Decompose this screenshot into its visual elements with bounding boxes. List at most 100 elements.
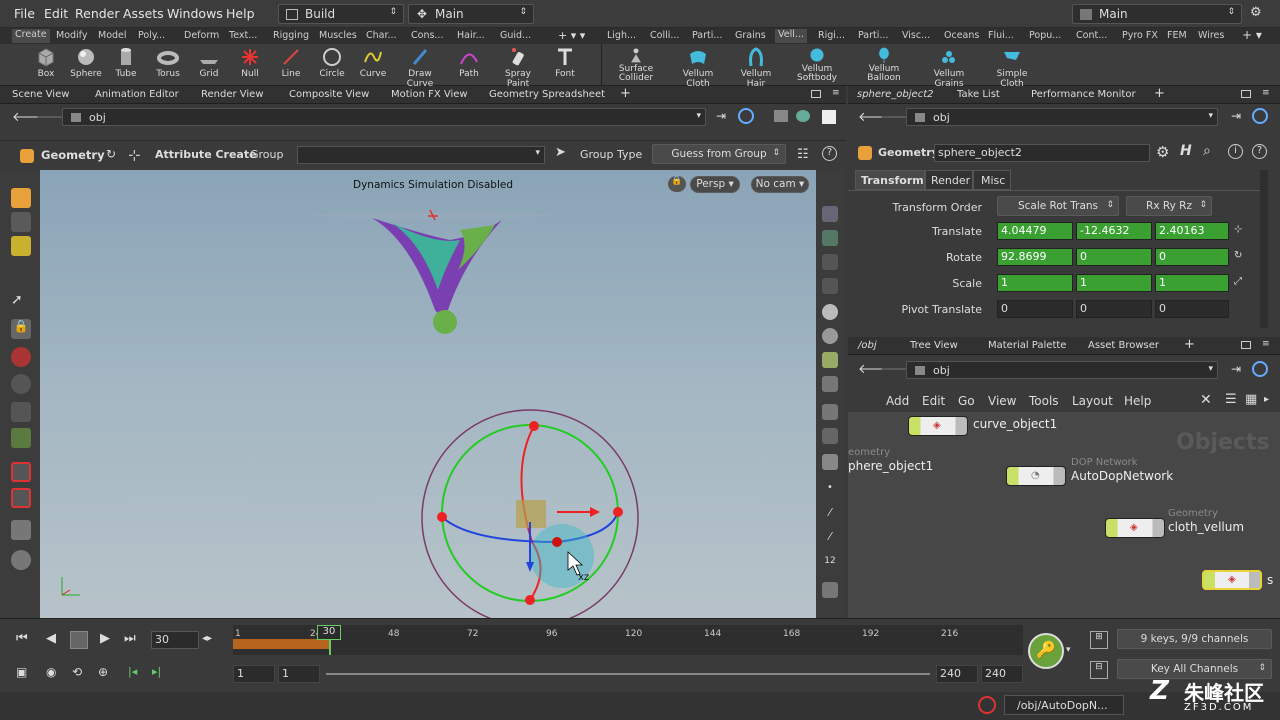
range-end-icon[interactable]: ▸| xyxy=(152,665,161,678)
expand-icon[interactable]: ▸ xyxy=(1264,394,1269,405)
network-editor[interactable]: Objects ◈ curve_object1 eometry phere_ob… xyxy=(848,412,1280,618)
tool-line[interactable]: Line xyxy=(269,46,313,79)
pin-icon[interactable]: ⇥ xyxy=(1231,109,1241,123)
tool-vellum-grains[interactable]: Vellum Grains xyxy=(920,46,978,89)
light-icon[interactable] xyxy=(822,328,838,344)
handle-point[interactable] xyxy=(613,507,623,517)
menu-file[interactable]: File xyxy=(14,6,35,21)
tab-render[interactable]: Render xyxy=(925,170,973,190)
arrow-select-icon[interactable]: ➤ xyxy=(555,145,566,160)
shelf-tab[interactable]: Wires xyxy=(1198,30,1224,41)
gear-icon[interactable]: ⚙ xyxy=(1250,5,1262,20)
background-icon[interactable] xyxy=(822,110,836,124)
net-menu-go[interactable]: Go xyxy=(958,394,975,408)
tool-box[interactable]: Box xyxy=(24,46,68,79)
tool-draw-curve[interactable]: Draw Curve xyxy=(398,46,442,89)
number-icon[interactable]: 12 xyxy=(822,556,838,572)
scrollbar[interactable] xyxy=(1260,170,1268,328)
pivot-z[interactable]: 0 xyxy=(1155,300,1229,318)
tab-obj[interactable]: /obj xyxy=(858,340,877,351)
tool-vellum-hair[interactable]: Vellum Hair xyxy=(731,46,781,89)
shelf-tab[interactable]: Modify xyxy=(56,30,87,41)
shelf-tab[interactable]: Pyro FX xyxy=(1122,30,1158,41)
link-icon[interactable] xyxy=(1252,108,1268,124)
range-end2-field[interactable]: 240 xyxy=(981,665,1023,683)
shelf-tab-vellum[interactable]: Vell... xyxy=(775,29,807,43)
shelf-tab[interactable]: Rigging xyxy=(273,30,309,41)
channel-icon[interactable]: ⤢ xyxy=(1234,276,1242,287)
node-cloth-vellum[interactable]: ◈ xyxy=(1105,518,1165,538)
tab-material-palette[interactable]: Material Palette xyxy=(988,340,1066,351)
tool-null[interactable]: Null xyxy=(228,46,272,79)
play-icon[interactable]: ▶ xyxy=(100,631,110,646)
tool-circle[interactable]: Circle xyxy=(310,46,354,79)
view-icon[interactable] xyxy=(822,454,838,470)
tab-tree-view[interactable]: Tree View xyxy=(910,340,958,351)
points-icon[interactable] xyxy=(11,212,31,232)
rotate-z[interactable]: 0 xyxy=(1155,248,1229,266)
scale-x[interactable]: 1 xyxy=(997,274,1073,292)
menu-windows[interactable]: Windows xyxy=(167,6,223,21)
select-mode-icon[interactable] xyxy=(11,188,31,208)
shelf-tab[interactable]: Char... xyxy=(366,30,397,41)
tool-simple-cloth[interactable]: Simple Cloth xyxy=(984,46,1040,89)
lock-icon[interactable] xyxy=(822,254,838,270)
tool-path[interactable]: Path xyxy=(447,46,491,79)
shelf-tab[interactable]: Cont... xyxy=(1076,30,1107,41)
tool-vellum-balloon[interactable]: Vellum Balloon xyxy=(861,46,907,83)
tab-asset-browser[interactable]: Asset Browser xyxy=(1088,340,1159,351)
realtime-icon[interactable]: ◉ xyxy=(46,665,56,679)
channel-icon[interactable]: ↻ xyxy=(1234,250,1242,261)
net-menu-tools[interactable]: Tools xyxy=(1029,394,1059,408)
refresh-icon[interactable]: ↻ xyxy=(106,147,116,161)
shelf-tab[interactable]: Ligh... xyxy=(607,30,636,41)
search-icon[interactable]: ⌕ xyxy=(1203,143,1211,159)
channel-list-icon[interactable]: ⊞ xyxy=(1090,631,1108,649)
shelf-tab[interactable]: Rigi... xyxy=(818,30,845,41)
net-menu-view[interactable]: View xyxy=(988,394,1016,408)
tool-sphere[interactable]: Sphere xyxy=(64,46,108,79)
shelf-tab[interactable]: Poly... xyxy=(138,30,165,41)
pin-icon[interactable]: ⇥ xyxy=(716,109,726,123)
status-path[interactable]: /obj/AutoDopN... xyxy=(1004,695,1124,715)
audio-icon[interactable]: ▣ xyxy=(16,665,27,679)
ghost-icon[interactable] xyxy=(822,230,838,246)
pin-icon[interactable]: ⇥ xyxy=(1231,362,1241,376)
auto-key-icon[interactable]: 🔑 xyxy=(1028,633,1064,669)
shelf-tab[interactable]: Deform xyxy=(184,30,219,41)
pointer-icon[interactable]: ➚ xyxy=(11,292,31,312)
maximize-icon[interactable] xyxy=(811,90,821,98)
move-tool-icon[interactable] xyxy=(11,347,31,367)
timeline-bar[interactable]: 1 24 48 72 96 120 144 168 192 216 30 xyxy=(233,625,1023,655)
tab-animation-editor[interactable]: Animation Editor xyxy=(95,89,179,100)
jump-start-icon[interactable]: ⏮ xyxy=(16,631,28,646)
shelf-tab[interactable]: Hair... xyxy=(457,30,485,41)
translate-y[interactable]: -12.4632 xyxy=(1076,222,1152,240)
menu-icon[interactable]: ≡ xyxy=(1262,88,1270,98)
tab-misc[interactable]: Misc xyxy=(973,170,1011,190)
channel-icon[interactable]: ⊹ xyxy=(1234,224,1242,235)
handle-point[interactable] xyxy=(437,512,447,522)
help-icon[interactable]: ? xyxy=(1252,144,1267,159)
shading-icon[interactable] xyxy=(822,304,838,320)
net-menu-layout[interactable]: Layout xyxy=(1072,394,1113,408)
pivot-x[interactable]: 0 xyxy=(997,300,1073,318)
shelf-tab[interactable]: Visc... xyxy=(902,30,930,41)
translate-z[interactable]: 2.40163 xyxy=(1155,222,1229,240)
pivot-y[interactable]: 0 xyxy=(1076,300,1152,318)
node-sphere-object2-selected[interactable]: ◈ xyxy=(1202,570,1262,590)
lock-icon[interactable]: 🔒 xyxy=(11,319,31,339)
tool-grid[interactable]: Grid xyxy=(187,46,231,79)
grid-icon[interactable] xyxy=(822,404,838,420)
vis-icon[interactable] xyxy=(822,352,838,368)
maximize-icon[interactable] xyxy=(1241,90,1251,98)
help-icon[interactable]: ? xyxy=(822,146,837,161)
render-icon[interactable] xyxy=(796,110,810,122)
link-icon[interactable] xyxy=(1252,361,1268,377)
group-type-select[interactable]: Guess from Group ⇕ xyxy=(652,144,786,164)
net-menu-add[interactable]: Add xyxy=(886,394,909,408)
translate-x[interactable]: 4.04479 xyxy=(997,222,1073,240)
add-tab-icon[interactable]: + ▾ xyxy=(1242,28,1262,42)
link-icon[interactable] xyxy=(738,108,754,124)
step-icon[interactable]: ◂▸ xyxy=(202,633,212,644)
